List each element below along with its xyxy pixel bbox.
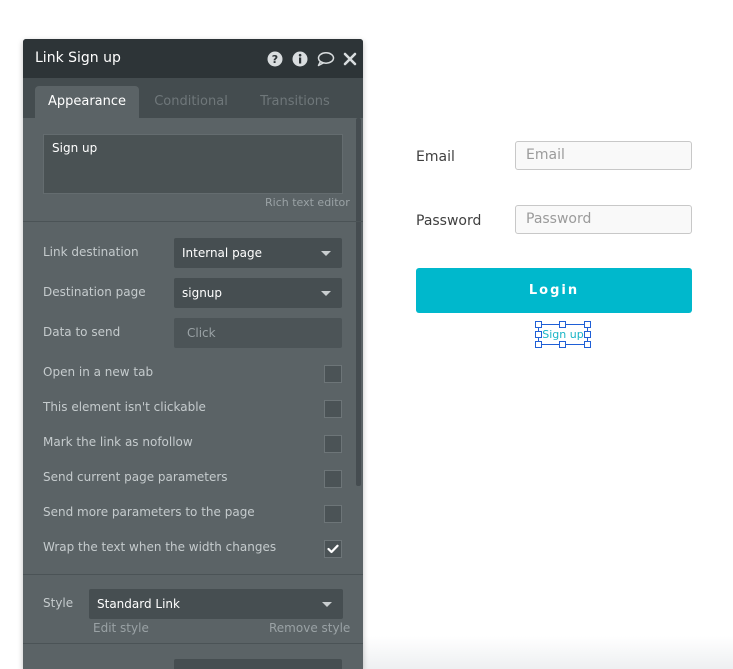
link-destination-dropdown[interactable]: Internal page bbox=[174, 238, 342, 268]
not-clickable-label: This element isn't clickable bbox=[43, 400, 206, 414]
send-page-params-checkbox[interactable] bbox=[324, 470, 342, 488]
help-icon[interactable]: ? bbox=[267, 51, 283, 67]
resize-handle[interactable] bbox=[559, 341, 566, 348]
login-button[interactable]: Login bbox=[416, 268, 692, 313]
data-to-send-label: Data to send bbox=[43, 325, 121, 339]
style-label: Style bbox=[43, 596, 74, 610]
link-destination-value: Internal page bbox=[182, 246, 263, 260]
canvas-shadow bbox=[363, 636, 733, 669]
nofollow-checkbox[interactable] bbox=[324, 435, 342, 453]
resize-handle[interactable] bbox=[584, 331, 591, 338]
svg-text:?: ? bbox=[272, 53, 278, 66]
chevron-down-icon bbox=[322, 602, 332, 607]
panel-header[interactable]: Link Sign up ? bbox=[23, 39, 363, 78]
send-more-params-checkbox[interactable] bbox=[324, 505, 342, 523]
checkmark-icon bbox=[327, 544, 339, 554]
destination-page-dropdown[interactable]: signup bbox=[174, 278, 342, 308]
resize-handle[interactable] bbox=[559, 321, 566, 328]
chevron-down-icon bbox=[321, 251, 331, 256]
not-clickable-checkbox[interactable] bbox=[324, 400, 342, 418]
close-icon[interactable] bbox=[343, 51, 357, 67]
resize-handle[interactable] bbox=[535, 341, 542, 348]
rich-text-editor-link[interactable]: Rich text editor bbox=[265, 196, 350, 209]
tab-appearance[interactable]: Appearance bbox=[35, 86, 139, 118]
resize-handle[interactable] bbox=[535, 331, 542, 338]
wrap-text-checkbox[interactable] bbox=[324, 540, 342, 558]
edit-style-link[interactable]: Edit style bbox=[93, 621, 149, 635]
destination-page-value: signup bbox=[182, 286, 223, 300]
resize-handle[interactable] bbox=[584, 321, 591, 328]
send-more-params-label: Send more parameters to the page bbox=[43, 505, 255, 519]
style-dropdown[interactable]: Standard Link bbox=[89, 589, 343, 619]
tab-conditional[interactable]: Conditional bbox=[139, 86, 243, 118]
password-label: Password bbox=[416, 213, 482, 229]
nofollow-label: Mark the link as nofollow bbox=[43, 435, 193, 449]
link-text-editor[interactable]: Sign up bbox=[43, 134, 343, 194]
panel-scrollbar[interactable] bbox=[356, 118, 361, 486]
tab-transitions[interactable]: Transitions bbox=[243, 86, 347, 118]
property-editor-panel: Link Sign up ? Appearance Conditional Tr… bbox=[23, 39, 363, 669]
destination-page-label: Destination page bbox=[43, 285, 146, 299]
email-label: Email bbox=[416, 149, 455, 165]
signup-link-selected[interactable]: Sign up bbox=[535, 321, 591, 348]
open-new-tab-label: Open in a new tab bbox=[43, 365, 154, 379]
comment-icon[interactable] bbox=[316, 51, 335, 67]
section-divider bbox=[23, 643, 363, 644]
wrap-text-label: Wrap the text when the width changes bbox=[43, 540, 277, 554]
chevron-down-icon bbox=[321, 291, 331, 296]
section-divider bbox=[23, 221, 363, 222]
remove-style-link[interactable]: Remove style bbox=[269, 621, 350, 635]
link-destination-label: Link destination bbox=[43, 245, 139, 259]
panel-title: Link Sign up bbox=[35, 50, 121, 66]
resize-handle[interactable] bbox=[584, 341, 591, 348]
send-page-params-label: Send current page parameters bbox=[43, 470, 228, 484]
section-divider bbox=[23, 574, 363, 575]
next-field-input[interactable] bbox=[174, 659, 342, 669]
style-value: Standard Link bbox=[97, 597, 180, 611]
info-icon[interactable] bbox=[292, 51, 308, 67]
data-to-send-input[interactable]: Click bbox=[174, 318, 342, 348]
open-new-tab-checkbox[interactable] bbox=[324, 365, 342, 383]
tab-bar: Appearance Conditional Transitions bbox=[23, 78, 363, 118]
password-input[interactable]: Password bbox=[515, 205, 692, 234]
email-input[interactable]: Email bbox=[515, 141, 692, 170]
resize-handle[interactable] bbox=[535, 321, 542, 328]
